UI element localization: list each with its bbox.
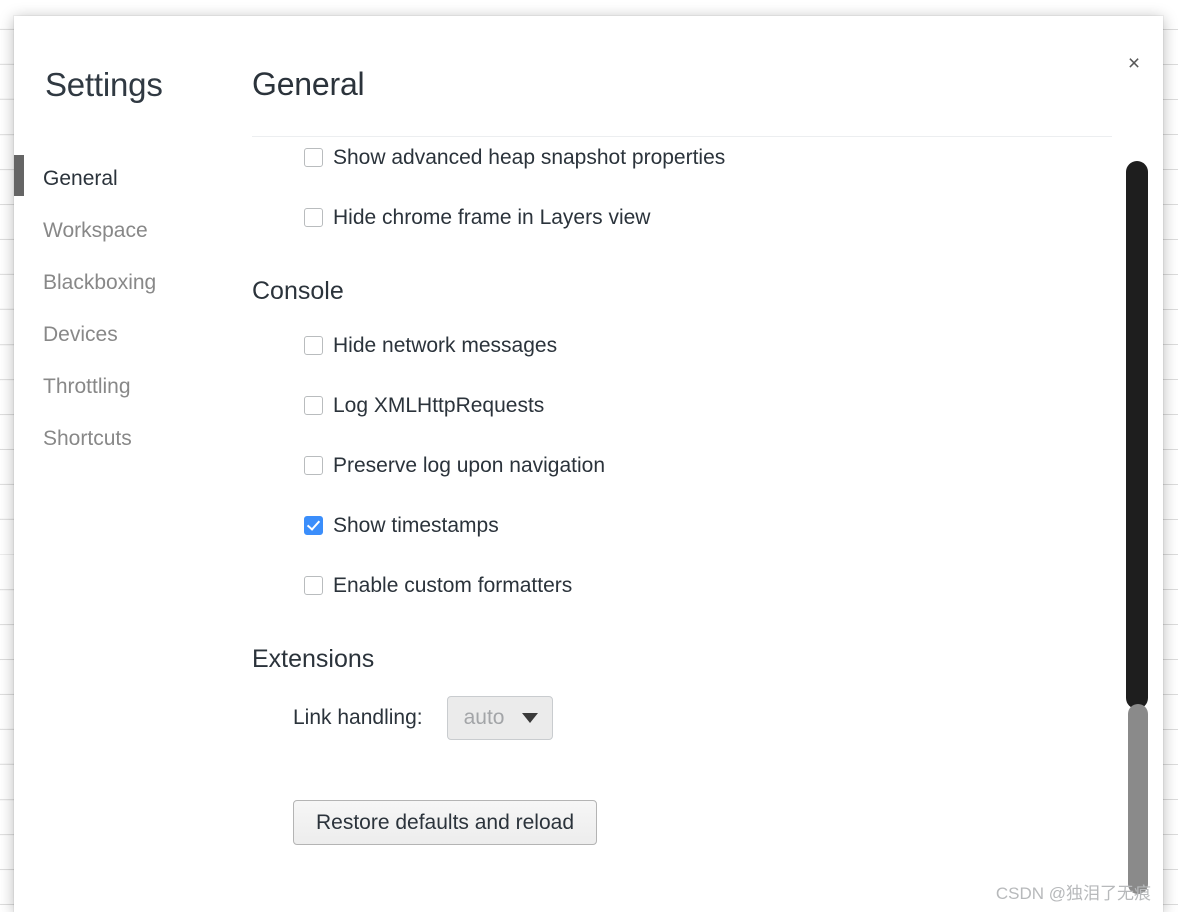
checkbox-label: Hide chrome frame in Layers view	[333, 207, 650, 228]
checkbox-show-timestamps[interactable]	[304, 516, 323, 535]
sidebar-item-throttling[interactable]: Throttling	[14, 361, 252, 413]
sidebar-item-label: Throttling	[43, 375, 131, 399]
settings-content: Show advanced heap snapshot properties H…	[252, 142, 1132, 912]
checkbox-log-xmlhttprequests[interactable]	[304, 396, 323, 415]
checkbox-label: Show timestamps	[333, 515, 499, 536]
row-gap	[252, 172, 1132, 202]
checkbox-label: Hide network messages	[333, 335, 557, 356]
checkbox-enable-custom-formatters[interactable]	[304, 576, 323, 595]
sidebar-item-workspace[interactable]: Workspace	[14, 205, 252, 257]
checkbox-label: Show advanced heap snapshot properties	[333, 147, 725, 168]
sidebar-title: Settings	[45, 66, 163, 104]
sidebar-item-shortcuts[interactable]: Shortcuts	[14, 413, 252, 465]
row-gap	[252, 360, 1132, 390]
checkbox-show-advanced-heap-snapshot-properties[interactable]	[304, 148, 323, 167]
sidebar-item-label: Shortcuts	[43, 427, 132, 451]
checkbox-label: Enable custom formatters	[333, 575, 572, 596]
sidebar-item-label: Blackboxing	[43, 271, 156, 295]
page-background-right-strip	[1162, 0, 1178, 912]
checkbox-label: Preserve log upon navigation	[333, 455, 605, 476]
checkbox-label: Log XMLHttpRequests	[333, 395, 544, 416]
settings-sidebar: Settings General Workspace Blackboxing D…	[14, 16, 252, 912]
checkbox-hide-chrome-frame-in-layers-view[interactable]	[304, 208, 323, 227]
sidebar-item-devices[interactable]: Devices	[14, 309, 252, 361]
link-handling-label: Link handling:	[293, 706, 423, 730]
checkbox-row-enable-custom-formatters[interactable]: Enable custom formatters	[304, 570, 1132, 600]
sidebar-nav-list: General Workspace Blackboxing Devices Th…	[14, 153, 252, 465]
sidebar-item-label: Devices	[43, 323, 118, 347]
checkbox-row-preserve-log-upon-navigation[interactable]: Preserve log upon navigation	[304, 450, 1132, 480]
sidebar-item-general[interactable]: General	[14, 153, 252, 205]
link-handling-row: Link handling: auto	[293, 694, 1132, 742]
checkbox-row-hide-network-messages[interactable]: Hide network messages	[304, 330, 1132, 360]
watermark: CSDN @独泪了无痕	[996, 879, 1151, 904]
section-gap	[252, 676, 1132, 694]
section-gap	[252, 742, 1132, 800]
scrollbar-thumb-gray[interactable]	[1128, 704, 1148, 894]
section-gap	[252, 308, 1132, 330]
section-gap	[252, 232, 1132, 274]
checkbox-row-hide-chrome-frame-in-layers-view[interactable]: Hide chrome frame in Layers view	[304, 202, 1132, 232]
chevron-down-icon	[522, 713, 538, 723]
link-handling-value: auto	[464, 706, 505, 730]
section-gap	[252, 600, 1132, 642]
title-divider	[252, 136, 1112, 137]
settings-main-panel: General Show advanced heap snapshot prop…	[252, 16, 1163, 912]
scrollbar-thumb-dark[interactable]	[1126, 161, 1148, 709]
checkbox-row-show-timestamps[interactable]: Show timestamps	[304, 510, 1132, 540]
link-handling-select[interactable]: auto	[447, 696, 554, 740]
section-heading-console: Console	[252, 274, 1132, 308]
sidebar-item-label: General	[43, 167, 118, 191]
page-title: General	[252, 66, 364, 103]
sidebar-item-blackboxing[interactable]: Blackboxing	[14, 257, 252, 309]
checkbox-preserve-log-upon-navigation[interactable]	[304, 456, 323, 475]
checkbox-hide-network-messages[interactable]	[304, 336, 323, 355]
section-heading-extensions: Extensions	[252, 642, 1132, 676]
checkbox-row-show-advanced-heap-snapshot-properties[interactable]: Show advanced heap snapshot properties	[304, 142, 1132, 172]
row-gap	[252, 540, 1132, 570]
row-gap	[252, 420, 1132, 450]
restore-defaults-and-reload-button[interactable]: Restore defaults and reload	[293, 800, 597, 845]
row-gap	[252, 480, 1132, 510]
sidebar-item-label: Workspace	[43, 219, 148, 243]
settings-dialog: × Settings General Workspace Blackboxing…	[14, 16, 1163, 912]
checkbox-row-log-xmlhttprequests[interactable]: Log XMLHttpRequests	[304, 390, 1132, 420]
